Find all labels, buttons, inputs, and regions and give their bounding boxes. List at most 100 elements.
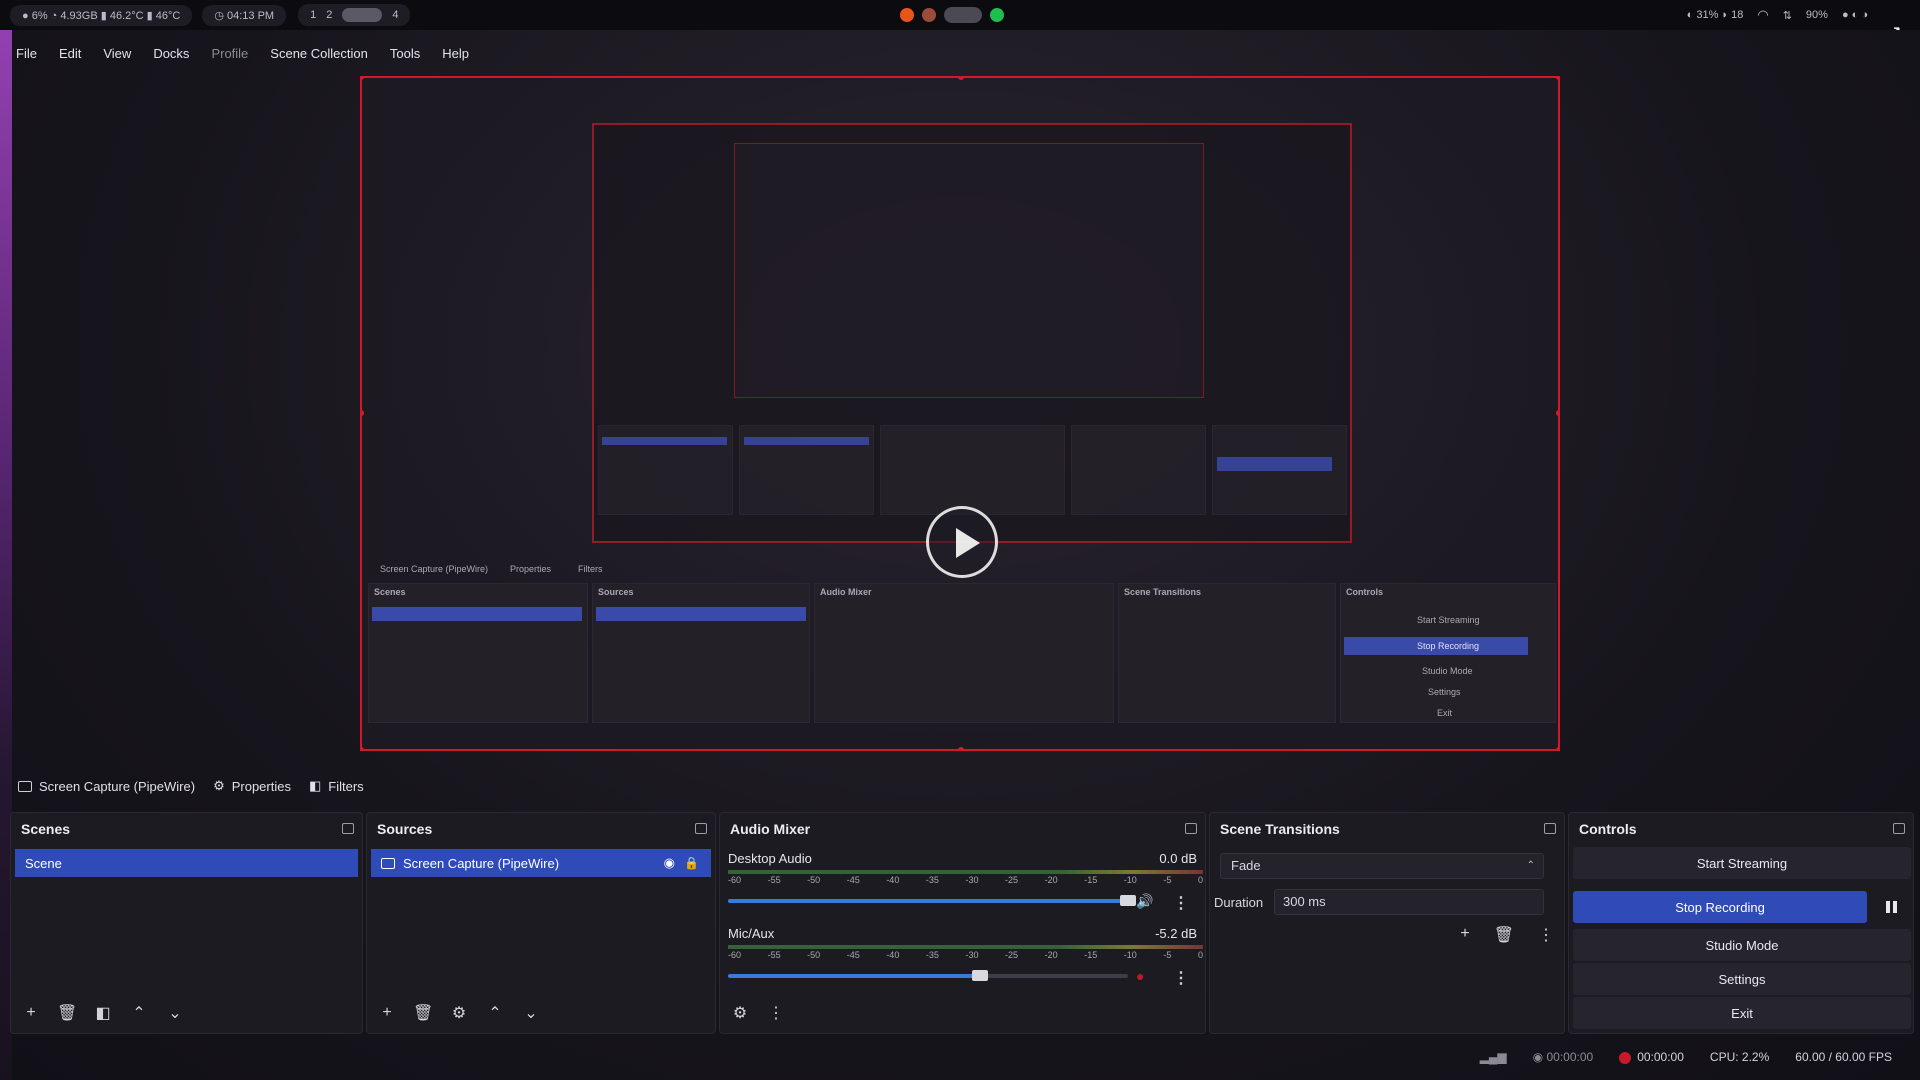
speaker-icon[interactable]: 🔊 [1136, 893, 1153, 910]
mixer-menu-icon[interactable]: ⋮ [766, 1003, 786, 1023]
pause-recording-button[interactable] [1875, 891, 1907, 923]
fader-knob[interactable] [972, 970, 988, 981]
preview-transitions-title: Scene Transitions [1124, 587, 1202, 597]
volume-fader[interactable] [728, 970, 1128, 981]
controls-title: Controls [1579, 821, 1637, 837]
preview-transitions-panel [1118, 583, 1336, 723]
start-streaming-button[interactable]: Start Streaming [1573, 847, 1911, 879]
system-clock[interactable]: ◷ 04:13 PM [202, 4, 287, 26]
preview-sources-panel [592, 583, 810, 723]
scale-tick-label: -20 [1044, 875, 1058, 885]
add-source-icon[interactable]: + [377, 1004, 397, 1022]
scale-tick-label: -30 [965, 875, 979, 885]
notification-icons[interactable]: ● ◐ ◑ [1842, 9, 1868, 21]
channel-menu-icon[interactable]: ⋮ [1173, 893, 1189, 913]
preview-scenes-title: Scenes [374, 587, 406, 597]
menu-help[interactable]: Help [438, 44, 473, 63]
move-scene-down-icon[interactable]: ⌄ [165, 1003, 185, 1023]
source-properties-icon[interactable]: ⚙ [449, 1003, 469, 1023]
undock-icon[interactable] [1893, 823, 1905, 834]
preview-mixer-panel [814, 583, 1114, 723]
menu-edit[interactable]: Edit [55, 44, 85, 63]
nested-source-row [744, 437, 869, 445]
mic-muted-icon[interactable]: ● [1136, 968, 1144, 984]
preview-canvas[interactable]: Screen Capture (PipeWire) Properties Fil… [360, 76, 1560, 751]
scale-tick-label: -35 [925, 950, 939, 960]
transition-select[interactable]: Fade ⌃⌄ [1220, 853, 1544, 895]
firefox-icon[interactable] [900, 8, 914, 22]
filters-icon: ◧ [308, 778, 322, 793]
exit-button[interactable]: Exit [1573, 997, 1911, 1029]
menu-profile[interactable]: Profile [207, 44, 252, 63]
lock-icon[interactable]: 🔒 [684, 856, 699, 870]
workspace-active-indicator[interactable] [342, 8, 383, 22]
source-item[interactable]: Screen Capture (PipeWire) ◉ 🔒 [371, 849, 711, 877]
scene-item[interactable]: Scene [15, 849, 358, 877]
transform-handle-r[interactable] [1556, 410, 1558, 416]
workspace-4[interactable]: 4 [392, 9, 398, 21]
channel-name: Desktop Audio [728, 851, 812, 866]
visibility-eye-icon[interactable]: ◉ [664, 855, 675, 871]
scale-tick-label: -60 [728, 875, 742, 885]
volume-fader[interactable] [728, 895, 1136, 906]
move-scene-up-icon[interactable]: ⌃ [129, 1003, 149, 1023]
stop-recording-button[interactable]: Stop Recording [1573, 891, 1867, 923]
wifi-icon[interactable]: ◠ [1757, 7, 1768, 23]
preview-source-row [596, 607, 806, 621]
menu-view[interactable]: View [99, 44, 135, 63]
properties-button[interactable]: ⚙ Properties [213, 778, 291, 794]
transform-handle-bl[interactable] [362, 747, 364, 749]
transform-handle-tr[interactable] [1556, 78, 1558, 80]
app-icon[interactable] [922, 8, 936, 22]
pause-icon [1885, 901, 1890, 913]
workspace-switcher[interactable]: 1 2 4 [298, 4, 411, 26]
scale-tick-label: -50 [807, 875, 821, 885]
network-icon[interactable]: ⇅ [1783, 9, 1792, 22]
undock-icon[interactable] [1544, 823, 1556, 834]
spotify-icon[interactable] [990, 8, 1004, 22]
filters-button[interactable]: ◧ Filters [309, 778, 364, 794]
add-scene-icon[interactable]: + [21, 1004, 41, 1022]
studio-mode-button[interactable]: Studio Mode [1573, 929, 1911, 961]
remove-transition-icon[interactable]: 🗑 [1494, 925, 1514, 945]
workspace-1[interactable]: 1 [310, 9, 316, 21]
pause-icon [1892, 901, 1897, 913]
stream-time: 00:00:00 [1546, 1050, 1594, 1064]
preview-controls-title: Controls [1346, 587, 1383, 597]
undock-icon[interactable] [342, 823, 354, 834]
play-icon[interactable] [926, 506, 998, 578]
recording-timer: 00:00:00 [1619, 1050, 1684, 1064]
scenes-dock: Scenes Scene + 🗑 ◧ ⌃ ⌄ [10, 812, 363, 1034]
menu-bar: File Edit View Docks Profile Scene Colle… [12, 44, 473, 63]
move-source-up-icon[interactable]: ⌃ [485, 1003, 505, 1023]
scene-filters-icon[interactable]: ◧ [93, 1003, 113, 1023]
advanced-audio-icon[interactable]: ⚙ [730, 1003, 750, 1023]
undock-icon[interactable] [695, 823, 707, 834]
remove-source-icon[interactable]: 🗑 [413, 1003, 433, 1023]
duration-spinbox[interactable]: 300 ms [1274, 889, 1544, 915]
add-transition-icon[interactable]: + [1460, 925, 1469, 945]
scale-tick-label: -55 [767, 875, 781, 885]
preview-settings: Settings [1428, 687, 1461, 697]
transition-menu-icon[interactable]: ⋮ [1538, 925, 1554, 945]
gear-icon: ⚙ [213, 778, 225, 793]
menu-docks[interactable]: Docks [149, 44, 193, 63]
cpu-usage: CPU: 2.2% [1709, 1050, 1770, 1064]
workspace-2[interactable]: 2 [326, 9, 332, 21]
transform-handle-br[interactable] [1556, 747, 1558, 749]
channel-db: 0.0 dB [1159, 851, 1197, 866]
channel-menu-icon[interactable]: ⋮ [1173, 968, 1189, 988]
remove-scene-icon[interactable]: 🗑 [57, 1003, 77, 1023]
menu-scene-collection[interactable]: Scene Collection [266, 44, 372, 63]
volume-meter [728, 870, 1203, 874]
controls-dock: Controls Start Streaming Stop Recording … [1568, 812, 1914, 1034]
move-source-down-icon[interactable]: ⌄ [521, 1003, 541, 1023]
system-stats: ● 6% ◔ 4.93GB ▮ 46.2°C ▮ 46°C [10, 4, 193, 26]
fader-knob[interactable] [1120, 895, 1136, 906]
settings-button[interactable]: Settings [1573, 963, 1911, 995]
undock-icon[interactable] [1185, 823, 1197, 834]
menu-file[interactable]: File [12, 44, 41, 63]
transform-handle-b[interactable] [958, 747, 964, 749]
menu-tools[interactable]: Tools [386, 44, 424, 63]
media-pill-icon[interactable] [944, 7, 982, 23]
